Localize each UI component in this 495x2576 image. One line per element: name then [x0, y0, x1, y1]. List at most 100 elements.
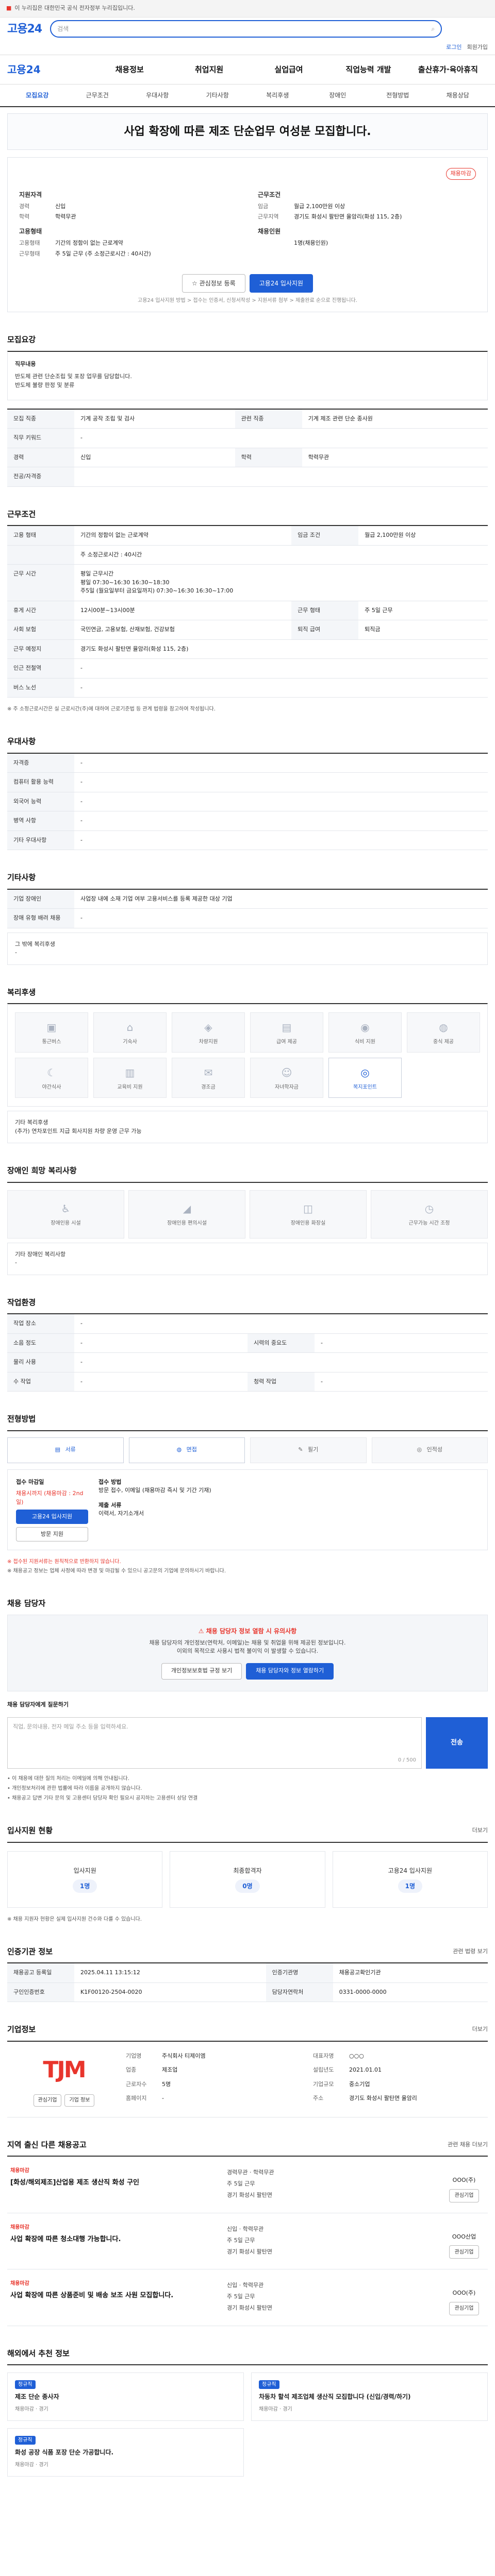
book-icon: ▥ [125, 1066, 135, 1079]
section-tabs: 모집요강 근무조건 우대사항 기타사항 복리후생 장애인 전형방법 채용상담 [0, 84, 495, 107]
status-cards: 입사지원 1명 최종합격자 0명 고용24 입사지원 1명 [7, 1841, 488, 1908]
tab-process[interactable]: 전형방법 [368, 91, 428, 100]
table-cell: - [74, 1333, 248, 1353]
table-cell: - [74, 753, 488, 773]
login-link[interactable]: 로그인 [446, 43, 461, 52]
card-title[interactable]: 제조 단순 종사자 [15, 2392, 236, 2401]
disabled-item: ♿ 장애인용 시설 [7, 1190, 124, 1239]
scrap-button[interactable]: ☆ 관심정보 등록 [182, 274, 245, 293]
welfare-item: ☺ 자녀학자금 [250, 1058, 323, 1098]
tab-consult[interactable]: 채용상담 [428, 91, 488, 100]
job-category: 채용마감 [10, 2224, 29, 2230]
job-meta: 경기 화성시 팔탄면 [227, 2192, 272, 2199]
similar-card[interactable]: 정규직 차동차 할석 제조업체 생산직 모집합니다 (신입/경력/하기) 채용마감 … [251, 2372, 488, 2421]
kv-value: 5명 [162, 2080, 171, 2088]
gift-icon: ✉ [204, 1066, 213, 1079]
table-cell: 12시00분~13시00분 [74, 601, 292, 621]
brand-logo[interactable]: 고용24 [7, 21, 42, 38]
table-row: 기타 우대사항 - [7, 831, 488, 851]
more-link[interactable]: 더보기 [472, 2025, 488, 2034]
kv-key: 근무형태 [19, 250, 40, 258]
company-logo: TJM [28, 2052, 100, 2088]
table-header: 담당자연락처 [266, 1982, 333, 2003]
fav-company-button[interactable]: 관심기업 [33, 2094, 62, 2107]
disabled-label: 장애인용 편의시설 [167, 1221, 207, 1227]
table-header: 병역 사항 [7, 811, 74, 831]
job-title[interactable]: 사업 확장에 따른 상품준비 및 배송 보조 사원 모집합니다. [10, 2291, 219, 2301]
tab-disabled[interactable]: 장애인 [308, 91, 368, 100]
menu-item[interactable]: 직업능력 개발 [328, 64, 408, 76]
welfare-item: ◈ 차량지원 [172, 1012, 245, 1053]
point-icon: ◎ [360, 1066, 370, 1079]
table-header: 관련 직종 [235, 409, 302, 429]
notice-table: 채용공고 등록일 2025.04.11 13:15:12 인증기관명 채용공고확인기관… [7, 1962, 488, 2003]
more-link[interactable]: 관련 채용 더보기 [448, 2141, 488, 2149]
job-title[interactable]: [화성/해외제조]산업용 제조 생산직 화성 구인 [10, 2178, 219, 2188]
table-header: 고용 형태 [7, 526, 74, 546]
kv-key: 주소 [313, 2095, 324, 2102]
inquiry-textarea[interactable]: 직업, 문의내용, 전자 메일 주소 등을 입력하세요. 0 / 500 [7, 1717, 422, 1769]
fav-button[interactable]: 관심기업 [449, 2301, 480, 2315]
kv-value: 월급 2,100만원 이상 [294, 202, 345, 210]
company-info-button[interactable]: 기업 정보 [64, 2094, 95, 2107]
view-contact-button[interactable]: 채용 담당자와 정보 열람하기 [246, 1663, 334, 1680]
welfare-label: 교육비 지원 [117, 1084, 143, 1090]
welfare-label: 기숙사 [123, 1039, 137, 1045]
card-title[interactable]: 차동차 할석 제조업체 생산직 모집합니다 (신입/경력/하기) [259, 2392, 480, 2401]
search-input[interactable]: 검색 ⌕ [50, 20, 442, 38]
kv-value: - [162, 2095, 164, 2102]
menu-item[interactable]: 채용정보 [90, 64, 169, 76]
tab-etc[interactable]: 기타사항 [188, 91, 248, 100]
util-links: 로그인 회원가입 [0, 40, 495, 55]
consult-warning-text: 채용 담당자 정보 열람 시 유의사항 [206, 1627, 297, 1635]
menu-item[interactable]: 실업급여 [249, 64, 328, 76]
card-title[interactable]: 화성 공장 식품 포장 단순 가공합니다. [15, 2448, 236, 2457]
job-company: OOO(주) [452, 2290, 476, 2297]
tab-recruit[interactable]: 모집요강 [7, 91, 68, 100]
bullet: • 채용공고 답변 기타 문의 및 고용센터 담당자 확인 필요시 공지하는 고… [7, 1795, 198, 1802]
job-item[interactable]: 채용마감 [화성/해외제조]산업용 제조 생산직 화성 구인 경력무관 · 학력무… [7, 2157, 488, 2213]
welfare-extra: 기타 복리후생 (추가) 연차포인트 지급 회사지원 차량 운영 근무 가능 [7, 1111, 488, 1144]
section-consult: 채용 담당자 ⚠ 채용 담당자 정보 열람 시 유의사항 채용 담당자의 개인정… [7, 1598, 488, 1803]
table-cell: 기계 제조 관련 단순 종사원 [302, 409, 488, 429]
welfare-label: 통근버스 [42, 1039, 61, 1045]
tab-welfare[interactable]: 복리후생 [248, 91, 308, 100]
apply-visit-button[interactable]: 방문 지원 [16, 1527, 88, 1542]
similar-card[interactable]: 정규직 화성 공장 식품 포장 단순 가공합니다. 채용마감 · 경기 [7, 2428, 244, 2477]
kv-key: 업종 [126, 2066, 137, 2074]
more-link[interactable]: 더보기 [472, 1826, 488, 1835]
menu-home[interactable]: 고용24 [7, 62, 90, 77]
job-company: OOO산업 [452, 2233, 476, 2240]
menu-item[interactable]: 출산휴가·육아휴직 [408, 64, 488, 76]
similar-card[interactable]: 정규직 제조 단순 종사자 채용마감 · 경기 [7, 2372, 244, 2421]
menu-item[interactable]: 취업지원 [169, 64, 249, 76]
send-button[interactable]: 전송 [426, 1717, 488, 1769]
tab-prefer[interactable]: 우대사항 [127, 91, 188, 100]
table-row: 고용 형태 기간의 정함이 없는 근로계약 임금 조건 월급 2,100만원 이상 [7, 526, 488, 546]
table-header [7, 545, 74, 565]
card-meta: 채용마감 · 경기 [15, 2406, 48, 2413]
section-status: 입사지원 현황 더보기 입사지원 1명 최종합격자 0명 고용24 입사지원 1명 ※ … [7, 1825, 488, 1924]
job-item[interactable]: 채용마감 사업 확장에 따른 상품준비 및 배송 보조 사원 모집합니다. 신입 … [7, 2269, 488, 2326]
kv-key: 설립년도 [313, 2066, 334, 2074]
privacy-law-button[interactable]: 개인정보보호법 규정 보기 [161, 1663, 242, 1680]
search-icon[interactable]: ⌕ [431, 24, 435, 33]
section-title: 모집요강 [7, 335, 36, 345]
table-header: 기업 장애인 [7, 889, 74, 909]
section-recruit: 모집요강 직무내용 반도체 관련 단순조립 및 포장 업무를 담당합니다. 반도… [7, 334, 488, 487]
fav-button[interactable]: 관심기업 [449, 2189, 480, 2202]
more-link[interactable]: 관련 법령 보기 [453, 1947, 488, 1956]
fav-button[interactable]: 관심기업 [449, 2245, 480, 2259]
job-item[interactable]: 채용마감 사업 확장에 따른 청소대행 가능합니다. 신입 · 학력무관 주 5일 … [7, 2213, 488, 2270]
join-link[interactable]: 회원가입 [467, 43, 488, 52]
welfare-item: ◍ 중식 제공 [407, 1012, 480, 1053]
apply-online-button[interactable]: 고용24 입사지원 [16, 1510, 88, 1524]
job-title[interactable]: 사업 확장에 따른 청소대행 가능합니다. [10, 2234, 219, 2245]
table-cell: 기간의 정함이 없는 근로계약 [74, 526, 292, 546]
welfare-label: 자녀학자금 [275, 1084, 299, 1090]
tab-work[interactable]: 근무조건 [68, 91, 128, 100]
job-company: OOO(주) [452, 2177, 476, 2184]
table-cell: 채용공고확인기관 [333, 1963, 488, 1983]
apply-button[interactable]: 고용24 입사지원 [249, 274, 313, 293]
table-row: 버스 노선 - [7, 678, 488, 698]
